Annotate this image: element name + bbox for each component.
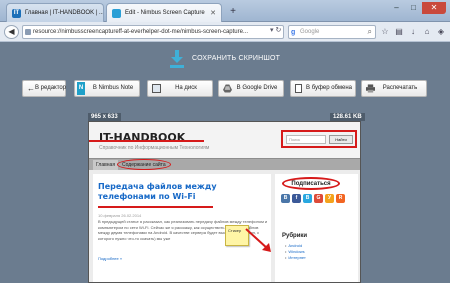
site-subtitle: Справочник по Информационным Технологиям <box>99 145 210 151</box>
close-window-button[interactable]: ✕ <box>422 2 446 14</box>
page-icon <box>25 29 31 35</box>
print-button[interactable]: Распечатать <box>361 80 427 97</box>
google-plus-icon: G <box>314 194 323 203</box>
search-icon[interactable]: ⌕ <box>368 26 372 38</box>
rubrics-list: Android Windows Интернет <box>285 243 305 261</box>
rectangle-annotation: Поиск Найти <box>281 130 357 148</box>
new-tab-button[interactable]: + <box>226 6 240 18</box>
tab-it-handbook[interactable]: IT Главная | IT-HANDBOOK | ... <box>6 3 104 22</box>
clipboard-button[interactable]: В буфер обмена <box>290 80 356 97</box>
back-button[interactable]: ◀ <box>4 25 19 39</box>
post-title: Передача файлов между телефонами по Wi-F… <box>98 182 217 201</box>
site-nav: Главная Содержание сайта <box>89 158 360 170</box>
action-bar: ← В редактор N В Nimbus Note На диск В G… <box>0 80 450 98</box>
tab-nimbus-edit[interactable]: Edit - Nimbus Screen Capture ✕ <box>106 3 222 22</box>
facebook-icon: f <box>292 194 301 203</box>
download-icon[interactable]: ↓ <box>408 27 418 37</box>
extension-icon[interactable]: ◈ <box>436 27 446 37</box>
url-text: resource://nimbusscreencaptureff-at-ever… <box>33 29 248 35</box>
twitter-icon: B <box>303 194 312 203</box>
home-icon[interactable]: ⌂ <box>422 27 432 37</box>
toolbar-icons: ☆ ▤ ↓ ⌂ ◈ ≡ <box>380 27 450 37</box>
social-icons: В f B G У R <box>281 194 345 203</box>
close-tab-icon[interactable]: ✕ <box>210 4 216 22</box>
google-drive-button[interactable]: В Google Drive <box>218 80 284 97</box>
odnoklassniki-icon: У <box>325 194 334 203</box>
save-screenshot-label[interactable]: СОХРАНИТЬ СКРИНШОТ <box>192 55 280 62</box>
download-arrow-icon[interactable] <box>170 50 184 68</box>
star-icon[interactable]: ☆ <box>380 27 390 37</box>
save-to-disk-button[interactable]: На диск <box>147 80 213 97</box>
site-sidebar: Подписаться В f B G У R Рубрики Android … <box>275 174 358 282</box>
file-size-badge: 128.61 KB <box>330 113 365 121</box>
post-read-more: Подробнее » <box>98 256 123 261</box>
rubrics-heading: Рубрики <box>282 233 308 239</box>
vk-icon: В <box>281 194 290 203</box>
site-nav-home: Главная <box>93 160 119 170</box>
site-nav-contents: Содержание сайта <box>117 159 171 170</box>
title-bar: IT Главная | IT-HANDBOOK | ... Edit - Ni… <box>0 0 450 22</box>
maximize-button[interactable]: □ <box>405 2 422 14</box>
image-dimensions-badge: 965 x 633 <box>88 113 121 121</box>
to-editor-button[interactable]: ← В редактор <box>22 80 66 97</box>
list-item: Интернет <box>285 255 305 261</box>
tab-label: Главная | IT-HANDBOOK | ... <box>25 10 104 16</box>
site-search-input: Поиск <box>286 135 326 144</box>
minimize-button[interactable]: – <box>388 2 405 14</box>
google-icon: g <box>291 29 296 36</box>
site-title: IT-HANDBOOK <box>99 131 186 144</box>
search-bar[interactable]: g Google ⌕ <box>288 25 376 39</box>
site-search-button: Найти <box>329 135 353 144</box>
window-controls: – □ ✕ <box>388 2 446 14</box>
it-handbook-favicon-icon: IT <box>12 9 21 18</box>
bookmarks-icon[interactable]: ▤ <box>394 27 404 37</box>
post-date: 10.февраля 26.02.2014 <box>98 213 142 218</box>
navigation-bar: ◀ resource://nimbusscreencaptureff-at-ev… <box>0 22 450 42</box>
red-underline-annotation <box>89 140 204 142</box>
site-header: IT-HANDBOOK Справочник по Информационным… <box>89 122 360 158</box>
nimbus-favicon-icon <box>112 9 121 18</box>
subscribe-heading: Подписаться <box>282 177 340 190</box>
screenshot-preview[interactable]: IT-HANDBOOK Справочник по Информационным… <box>88 121 361 283</box>
red-underline-annotation <box>98 206 213 208</box>
rss-icon: R <box>336 194 345 203</box>
nimbus-note-button[interactable]: N В Nimbus Note <box>74 80 140 97</box>
tab-label: Edit - Nimbus Screen Capture <box>125 10 205 16</box>
search-placeholder: Google <box>300 29 320 35</box>
reload-icon[interactable]: ▾ ↻ <box>270 26 281 34</box>
save-zone: СОХРАНИТЬ СКРИНШОТ <box>0 42 450 80</box>
arrow-annotation <box>245 228 271 252</box>
address-bar[interactable]: resource://nimbusscreencaptureff-at-ever… <box>22 25 284 39</box>
